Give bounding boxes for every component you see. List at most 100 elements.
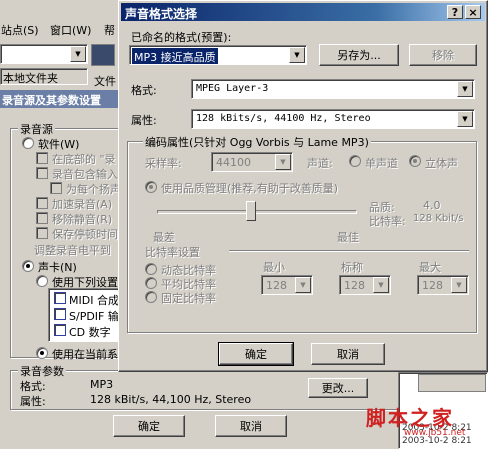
- menu-item-window[interactable]: 窗口(W): [50, 22, 91, 38]
- close-icon[interactable]: ×: [465, 5, 481, 19]
- device-checkbox-midi[interactable]: [54, 292, 66, 304]
- use-following-radio[interactable]: [36, 275, 48, 287]
- option-checkbox-4[interactable]: [36, 197, 48, 209]
- software-radio-label: 软件(W): [38, 138, 80, 151]
- sample-rate-select[interactable]: 44100 ▼: [211, 152, 293, 172]
- remove-button[interactable]: 移除: [409, 44, 477, 66]
- min-bitrate-select[interactable]: 128 ▼: [261, 275, 313, 295]
- dialog-cancel-button-label: 取消: [337, 348, 359, 361]
- sample-rate-label: 采样率:: [145, 157, 182, 170]
- dialog-ok-button[interactable]: 确定: [218, 342, 294, 366]
- params-group-title: 录音参数: [18, 363, 66, 379]
- option-checkbox-5[interactable]: [36, 212, 48, 224]
- watermark-brand: 脚本之家: [366, 406, 454, 430]
- option-checkbox-6[interactable]: [36, 227, 48, 239]
- watermark-url: www.jb51.net: [404, 428, 466, 438]
- device-checkbox-cd[interactable]: [54, 324, 66, 336]
- slider-max-label: 最佳: [337, 231, 359, 244]
- use-quality-radio[interactable]: [145, 181, 157, 193]
- quality-value: 4.0: [423, 199, 441, 212]
- stereo-radio[interactable]: [409, 155, 421, 167]
- main-ok-button-label: 确定: [138, 420, 160, 433]
- chevron-down-icon: ▼: [457, 111, 473, 127]
- chevron-down-icon: ▼: [373, 277, 389, 293]
- software-radio[interactable]: [22, 137, 34, 149]
- format-label: 格式:: [131, 84, 157, 97]
- slider-min-label: 最差: [153, 231, 175, 244]
- nominal-bitrate-select[interactable]: 128 ▼: [339, 275, 391, 295]
- min-label: 最小: [263, 261, 285, 274]
- device-label-cd: CD 数字: [69, 326, 111, 339]
- menu-item-help[interactable]: 帮: [104, 22, 115, 38]
- use-current-label: 使用在当前系: [52, 348, 118, 361]
- slider-thumb[interactable]: [246, 201, 256, 221]
- format-select[interactable]: MPEG Layer-3 ▼: [191, 79, 475, 99]
- soundcard-radio-label: 声卡(N): [38, 261, 77, 274]
- params-attr-label: 属性:: [20, 395, 46, 408]
- cbr-radio[interactable]: [145, 291, 157, 303]
- panel-header-title: 录音源及其参数设置: [2, 94, 101, 107]
- min-bitrate-value: 128: [266, 279, 287, 292]
- main-cancel-button-label: 取消: [240, 420, 262, 433]
- toolbar-files-label: 文件: [94, 75, 116, 88]
- bitrate-label: 比特率:: [369, 215, 406, 228]
- device-label-spdif: S/PDIF 输: [69, 310, 119, 323]
- chevron-down-icon: ▼: [289, 47, 305, 63]
- file-list-toolbar: [418, 374, 486, 392]
- dialog-cancel-button[interactable]: 取消: [311, 343, 385, 365]
- change-format-button[interactable]: 更改...: [308, 378, 368, 398]
- main-cancel-button[interactable]: 取消: [215, 415, 287, 437]
- help-icon[interactable]: ?: [447, 5, 463, 19]
- format-value: MPEG Layer-3: [196, 83, 269, 94]
- channel-label: 声道:: [307, 157, 333, 170]
- option-label-1: 在底部的 "录: [52, 153, 116, 166]
- vbr-radio[interactable]: [145, 263, 157, 275]
- dialog-ok-button-label: 确定: [245, 348, 267, 361]
- panel-header: 录音源及其参数设置: [0, 90, 118, 108]
- menu-bar: 站点(S) 窗口(W) 帮: [0, 0, 118, 40]
- option-label-5: 移除静音(R): [52, 213, 113, 226]
- toolbar-combo[interactable]: ▼: [0, 44, 88, 64]
- address-bar: 本地文件夹: [0, 68, 88, 85]
- abr-radio[interactable]: [145, 277, 157, 289]
- save-as-button-label: 另存为...: [337, 49, 381, 62]
- remove-button-label: 移除: [432, 49, 454, 62]
- use-current-radio[interactable]: [36, 347, 48, 359]
- dialog-title: 声音格式选择: [125, 7, 198, 21]
- soundcard-radio[interactable]: [22, 260, 34, 272]
- main-ok-button[interactable]: 确定: [113, 415, 185, 437]
- chevron-down-icon: ▼: [295, 277, 311, 293]
- device-checkbox-spdif[interactable]: [54, 308, 66, 320]
- menu-item-site[interactable]: 站点(S): [1, 22, 39, 38]
- option-checkbox-2[interactable]: [36, 167, 48, 179]
- slider-track: [157, 210, 357, 214]
- quality-slider[interactable]: [153, 199, 363, 225]
- attributes-label: 属性:: [131, 114, 157, 127]
- dialog-titlebar: 声音格式选择 ? ×: [121, 3, 485, 21]
- attributes-select[interactable]: 128 kBits/s, 44100 Hz, Stereo ▼: [191, 109, 475, 129]
- address-label: 本地文件夹: [3, 72, 58, 85]
- bitrate-settings-divider: [229, 250, 469, 252]
- mono-radio[interactable]: [349, 155, 361, 167]
- nominal-label: 标称: [341, 261, 363, 274]
- named-format-label: 已命名的格式(预置):: [131, 31, 232, 44]
- bitrate-value: 128 Kbit/s: [413, 213, 464, 224]
- option-label-4: 加速录音(A): [52, 198, 113, 211]
- mono-label: 单声道: [365, 157, 398, 170]
- encode-group-title: 编码属性(只针对 Ogg Vorbis 与 Lame MP3): [143, 134, 371, 150]
- max-bitrate-value: 128: [422, 279, 443, 292]
- adjust-level-label: 调整录音电平到: [34, 244, 111, 257]
- chevron-down-icon: ▼: [457, 81, 473, 97]
- option-checkbox-1[interactable]: [36, 152, 48, 164]
- watermark: 脚本之家 www.jb51.net: [366, 402, 484, 442]
- nominal-bitrate-value: 128: [344, 279, 365, 292]
- option-checkbox-3[interactable]: [50, 182, 62, 194]
- max-bitrate-select[interactable]: 128 ▼: [417, 275, 469, 295]
- toolbar-icon[interactable]: [91, 44, 115, 66]
- named-format-select[interactable]: MP3 接近高品质 ▼: [129, 45, 307, 65]
- save-as-button[interactable]: 另存为...: [319, 44, 399, 66]
- sound-format-dialog: 声音格式选择 ? × 已命名的格式(预置): MP3 接近高品质 ▼ 另存为..…: [118, 0, 488, 372]
- params-format-value: MP3: [90, 378, 114, 391]
- attributes-value: 128 kBits/s, 44100 Hz, Stereo: [196, 113, 371, 124]
- chevron-down-icon: ▼: [451, 277, 467, 293]
